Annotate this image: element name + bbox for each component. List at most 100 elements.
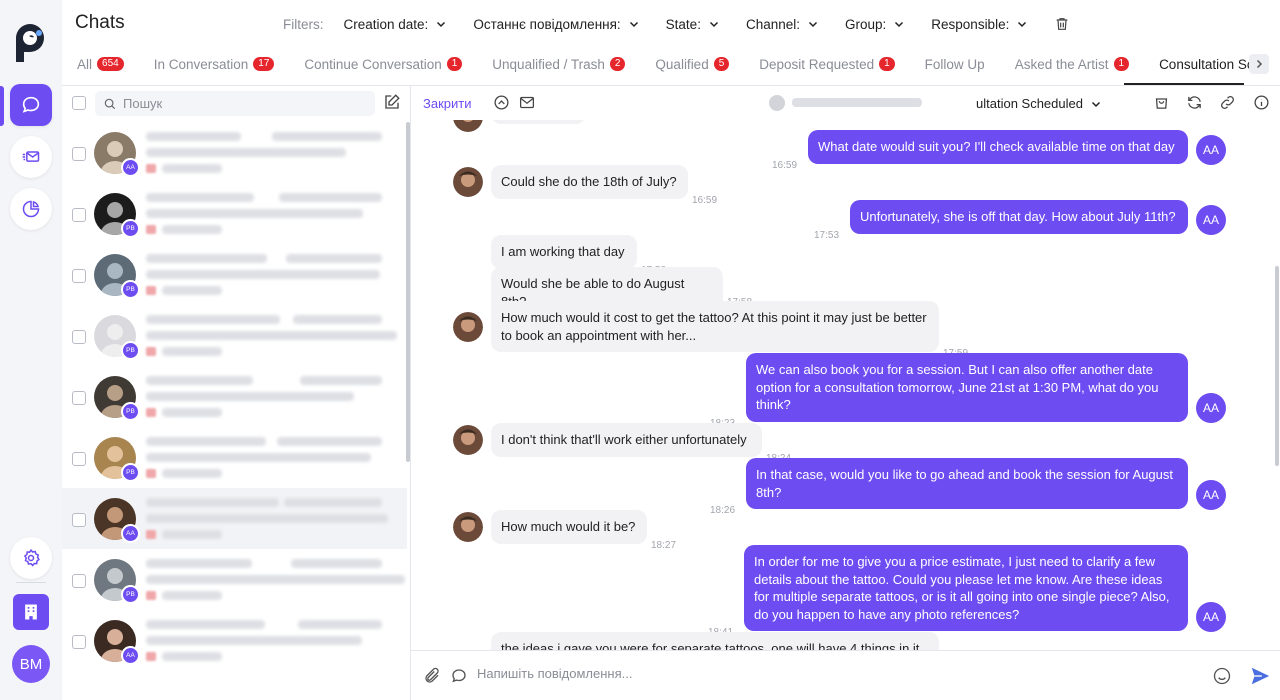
tab-follow-up[interactable]: Follow Up <box>910 50 985 78</box>
chat-list-item[interactable]: PB <box>62 366 407 427</box>
contact-name-blurred <box>146 559 252 568</box>
chevron-down-icon <box>895 21 904 28</box>
filter-responsible[interactable]: Responsible: <box>931 17 1027 32</box>
last-message-preview-blurred <box>146 148 346 157</box>
search-input[interactable] <box>123 96 363 111</box>
chat-select-checkbox[interactable] <box>72 269 86 283</box>
channel-label-blurred <box>162 347 222 356</box>
search-box <box>95 91 375 116</box>
message-input[interactable] <box>477 666 1177 681</box>
user-avatar[interactable]: BM <box>12 645 50 683</box>
channel-icon-blurred <box>146 469 156 478</box>
chat-list-toolbar <box>62 86 410 122</box>
filter-last-message[interactable]: Останнє повідомлення: <box>473 17 638 32</box>
conversation-scrollbar[interactable] <box>1275 266 1279 466</box>
analytics-nav-button[interactable] <box>10 188 52 230</box>
outgoing-message: What date would suit you? I'll check ava… <box>808 130 1188 164</box>
send-icon[interactable] <box>1249 665 1271 687</box>
channel-label-blurred <box>162 591 222 600</box>
conversation-status-select[interactable]: ultation Scheduled <box>976 96 1101 111</box>
chat-select-checkbox[interactable] <box>72 513 86 527</box>
contact-avatar <box>453 311 483 342</box>
refresh-icon[interactable] <box>1186 94 1203 111</box>
filter-channel[interactable]: Channel: <box>746 17 818 32</box>
filter-state[interactable]: State: <box>666 17 719 32</box>
outgoing-message: We can also book you for a session. But … <box>746 353 1188 422</box>
contact-avatar <box>453 166 483 197</box>
chat-select-checkbox[interactable] <box>72 391 86 405</box>
chat-list-item[interactable]: PB <box>62 183 407 244</box>
tab-deposit-requested[interactable]: Deposit Requested 1 <box>744 50 895 78</box>
page-title: Chats <box>75 12 125 33</box>
mail-icon[interactable] <box>518 94 536 111</box>
filter-creation-date[interactable]: Creation date: <box>344 17 447 32</box>
organization-button[interactable] <box>13 594 49 630</box>
contact-name-blurred <box>146 498 279 507</box>
tab-unqualified-trash[interactable]: Unqualified / Trash 2 <box>477 50 626 78</box>
mailing-nav-button[interactable] <box>10 136 52 178</box>
chat-select-checkbox[interactable] <box>72 635 86 649</box>
chat-list-item[interactable]: PB <box>62 305 407 366</box>
tabs-scroll-right-button[interactable] <box>1249 54 1269 74</box>
tab-in-conversation[interactable]: In Conversation 17 <box>139 50 275 78</box>
filters-bar: Filters: Creation date: Останнє повідомл… <box>283 14 1070 34</box>
chevron-down-icon <box>437 21 446 28</box>
conversation-toolbar: Закрити ultation Scheduled <box>411 86 1280 120</box>
emoji-icon[interactable] <box>1212 666 1232 686</box>
paperclip-icon[interactable] <box>423 667 441 685</box>
search-icon <box>104 98 116 109</box>
last-message-time-blurred <box>279 193 382 202</box>
chat-list-item[interactable]: PB <box>62 427 407 488</box>
shopping-bag-icon[interactable] <box>1153 94 1170 111</box>
chat-list-panel: AA PB PB PB PB PB AA PB AA <box>62 86 411 700</box>
mail-send-icon <box>22 151 40 162</box>
chat-list-item[interactable]: AA <box>62 610 407 671</box>
tab-all[interactable]: All 654 <box>62 50 124 78</box>
channel-icon-blurred <box>146 530 156 539</box>
quick-reply-icon[interactable] <box>450 667 468 685</box>
chat-select-checkbox[interactable] <box>72 452 86 466</box>
chat-select-checkbox[interactable] <box>72 208 86 222</box>
chevron-right-icon <box>1256 59 1263 69</box>
chat-select-checkbox[interactable] <box>72 147 86 161</box>
agent-avatar: AA <box>1196 204 1226 235</box>
select-all-checkbox[interactable] <box>72 96 86 110</box>
contact-name-blurred <box>146 315 280 324</box>
contact-avatar <box>453 511 483 542</box>
settings-nav-button[interactable] <box>10 537 52 579</box>
chat-list-item[interactable]: PB <box>62 549 407 610</box>
channel-icon-blurred <box>146 652 156 661</box>
chat-list-item[interactable]: PB <box>62 244 407 305</box>
tab-count-badge: 1 <box>446 57 463 71</box>
trash-icon[interactable] <box>1054 16 1070 32</box>
link-icon[interactable] <box>1219 94 1236 111</box>
assignee-badge: PB <box>121 402 140 421</box>
message-timestamp: 18:27 <box>651 539 677 551</box>
tab-asked-the-artist[interactable]: Asked the Artist 1 <box>1000 50 1130 78</box>
rail-divider <box>16 582 46 583</box>
info-icon[interactable] <box>1253 94 1270 111</box>
chat-list-scrollbar[interactable] <box>406 122 410 462</box>
tab-count-badge: 1 <box>879 57 895 71</box>
channel-icon-blurred <box>146 164 156 173</box>
channel-icon-blurred <box>146 286 156 295</box>
tab-count-badge: 654 <box>97 57 124 71</box>
contact-name-blurred <box>146 254 267 263</box>
channel-icon-blurred <box>146 225 156 234</box>
chat-list-item[interactable]: AA <box>62 488 407 549</box>
tab-continue-conversation[interactable]: Continue Conversation 1 <box>289 50 463 78</box>
chats-nav-button[interactable] <box>10 84 52 126</box>
app-root: BM Chats Filters: Creation date: Останнє… <box>0 0 1280 700</box>
filter-group[interactable]: Group: <box>845 17 904 32</box>
compose-icon[interactable] <box>383 93 401 111</box>
tab-qualified[interactable]: Qualified 5 <box>640 50 730 78</box>
chat-list-item[interactable]: AA <box>62 122 407 183</box>
collapse-up-icon[interactable] <box>493 94 510 111</box>
chevron-down-icon <box>1018 21 1027 28</box>
close-conversation-button[interactable]: Закрити <box>423 96 471 111</box>
chat-select-checkbox[interactable] <box>72 574 86 588</box>
last-message-preview-blurred <box>146 270 380 279</box>
chat-select-checkbox[interactable] <box>72 330 86 344</box>
channel-label-blurred <box>162 225 222 234</box>
incoming-message: I am working that day <box>491 235 637 269</box>
